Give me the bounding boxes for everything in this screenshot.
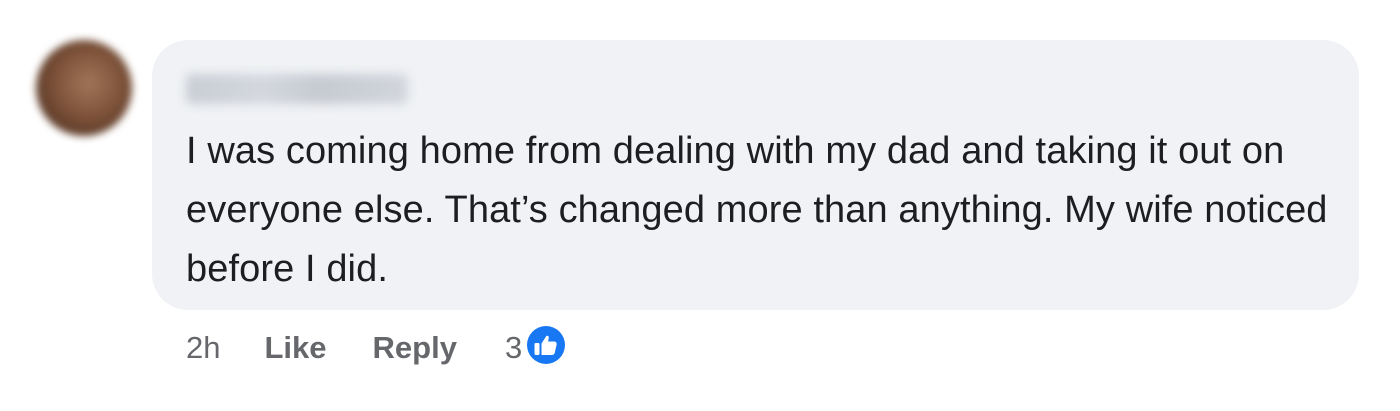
reply-button[interactable]: Reply bbox=[373, 330, 457, 366]
comment-actions: 2h Like Reply 3 bbox=[186, 324, 569, 370]
like-button[interactable]: Like bbox=[264, 330, 326, 366]
avatar[interactable] bbox=[36, 40, 132, 136]
author-name[interactable] bbox=[186, 74, 408, 104]
comment-bubble: I was coming home from dealing with my d… bbox=[152, 40, 1359, 310]
comment: I was coming home from dealing with my d… bbox=[0, 0, 1400, 411]
timestamp[interactable]: 2h bbox=[186, 330, 220, 366]
reaction-count: 3 bbox=[504, 330, 523, 365]
thumbs-up-icon bbox=[525, 324, 568, 366]
comment-text: I was coming home from dealing with my d… bbox=[186, 130, 1328, 290]
reaction-summary[interactable]: 3 bbox=[504, 324, 569, 368]
